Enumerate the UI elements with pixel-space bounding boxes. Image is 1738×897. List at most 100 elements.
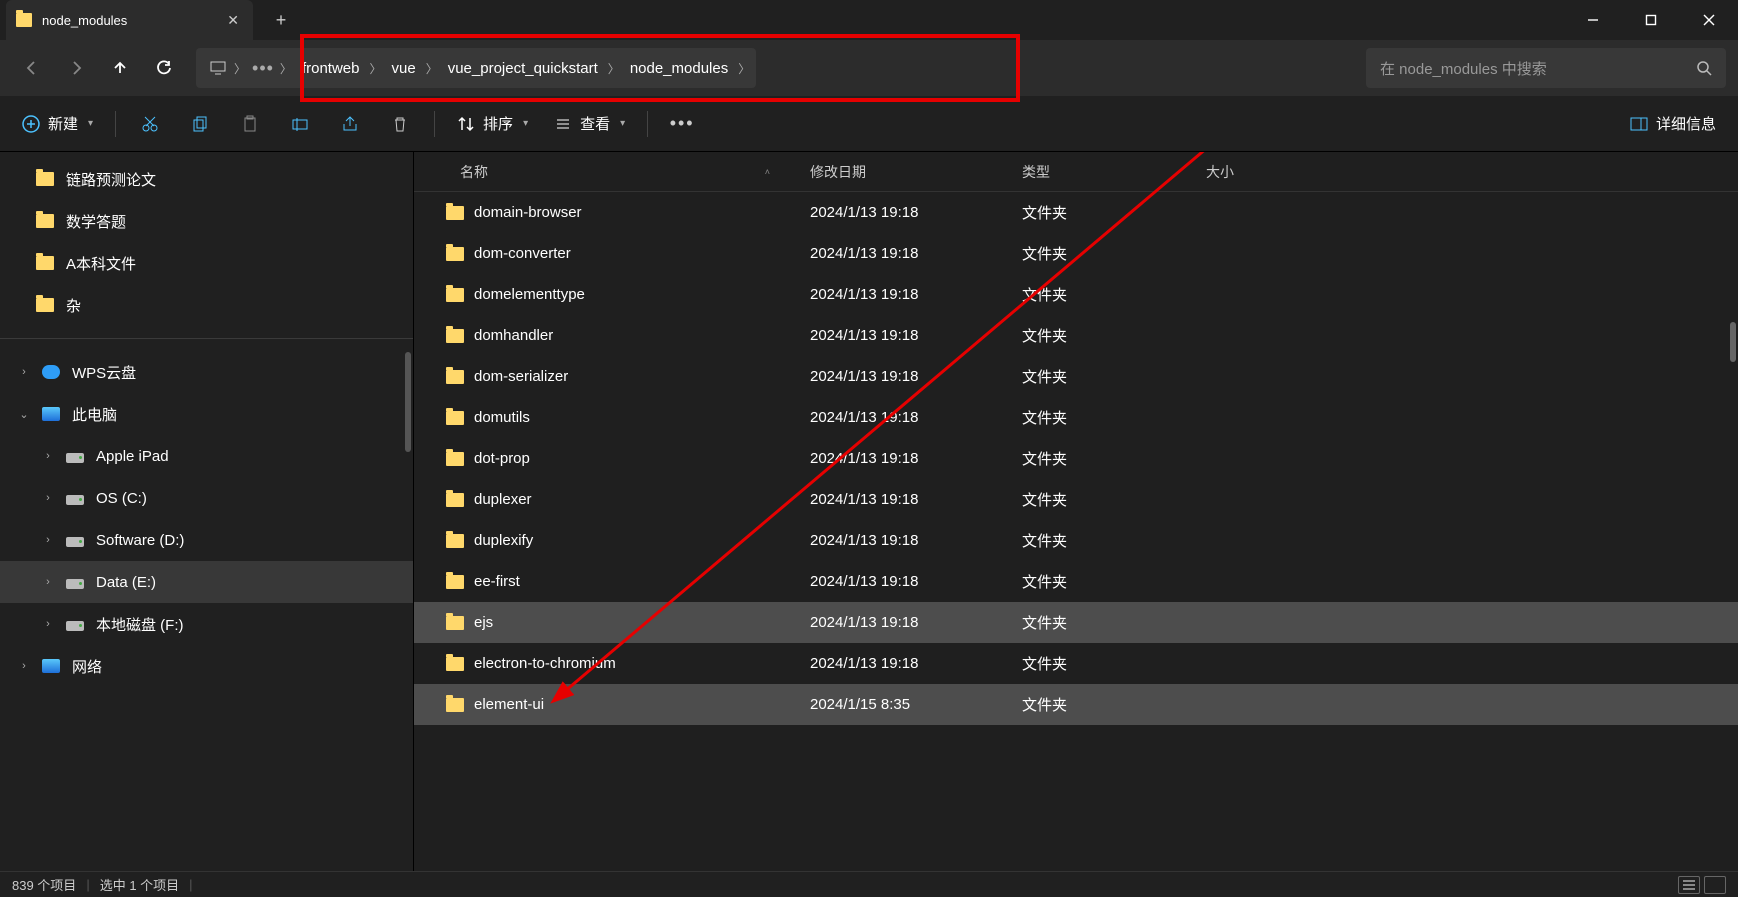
- copy-button[interactable]: [178, 104, 222, 144]
- file-name: element-ui: [474, 696, 544, 713]
- col-name[interactable]: 名称˄: [414, 162, 810, 182]
- expand-icon[interactable]: ⌄: [18, 408, 30, 421]
- scrollbar[interactable]: [405, 352, 411, 452]
- expand-icon[interactable]: ›: [42, 492, 54, 504]
- col-type[interactable]: 类型: [1022, 162, 1206, 182]
- search-input[interactable]: 在 node_modules 中搜索: [1366, 48, 1726, 88]
- folder-icon: [446, 657, 464, 671]
- file-name: domhandler: [474, 327, 553, 344]
- breadcrumb-segment[interactable]: vue_project_quickstart: [438, 60, 608, 77]
- expand-icon[interactable]: ›: [18, 366, 30, 378]
- breadcrumb[interactable]: 〉 ••• 〉 frontweb 〉 vue 〉 vue_project_qui…: [196, 48, 756, 88]
- tab[interactable]: node_modules ✕: [6, 0, 253, 40]
- expand-icon[interactable]: ›: [42, 450, 54, 462]
- col-size[interactable]: 大小: [1206, 162, 1738, 182]
- sidebar-item[interactable]: 杂: [0, 284, 413, 326]
- table-row[interactable]: dom-converter 2024/1/13 19:18 文件夹: [414, 233, 1738, 274]
- chevron-down-icon: ▾: [88, 118, 93, 129]
- file-date: 2024/1/13 19:18: [810, 532, 1022, 549]
- sidebar-item[interactable]: ›OS (C:): [0, 477, 413, 519]
- file-type: 文件夹: [1022, 530, 1206, 551]
- col-date[interactable]: 修改日期: [810, 162, 1022, 182]
- breadcrumb-segment[interactable]: frontweb: [292, 60, 370, 77]
- sidebar-item[interactable]: ›WPS云盘: [0, 351, 413, 393]
- details-view-icon[interactable]: [1678, 876, 1700, 894]
- folder-icon: [446, 288, 464, 302]
- breadcrumb-ellipsis[interactable]: •••: [246, 58, 280, 79]
- sidebar-item[interactable]: ›本地磁盘 (F:): [0, 603, 413, 645]
- back-button[interactable]: [12, 48, 52, 88]
- sort-button[interactable]: 排序 ▾: [447, 104, 538, 144]
- refresh-button[interactable]: [144, 48, 184, 88]
- maximize-button[interactable]: [1622, 0, 1680, 40]
- table-row[interactable]: duplexify 2024/1/13 19:18 文件夹: [414, 520, 1738, 561]
- table-row[interactable]: ejs 2024/1/13 19:18 文件夹: [414, 602, 1738, 643]
- chevron-right-icon[interactable]: 〉: [738, 60, 750, 77]
- chevron-right-icon[interactable]: 〉: [280, 60, 292, 77]
- table-row[interactable]: domelementtype 2024/1/13 19:18 文件夹: [414, 274, 1738, 315]
- chevron-right-icon[interactable]: 〉: [426, 60, 438, 77]
- rename-button[interactable]: [278, 104, 322, 144]
- file-name: dom-serializer: [474, 368, 568, 385]
- breadcrumb-segment[interactable]: vue: [382, 60, 426, 77]
- new-tab-button[interactable]: +: [261, 10, 301, 31]
- share-button[interactable]: [328, 104, 372, 144]
- table-row[interactable]: dot-prop 2024/1/13 19:18 文件夹: [414, 438, 1738, 479]
- table-row[interactable]: domhandler 2024/1/13 19:18 文件夹: [414, 315, 1738, 356]
- folder-icon: [446, 370, 464, 384]
- close-window-button[interactable]: [1680, 0, 1738, 40]
- table-row[interactable]: duplexer 2024/1/13 19:18 文件夹: [414, 479, 1738, 520]
- pc-icon: [42, 659, 60, 673]
- drive-icon: [66, 579, 84, 589]
- paste-button[interactable]: [228, 104, 272, 144]
- scrollbar[interactable]: [1730, 322, 1736, 362]
- file-type: 文件夹: [1022, 407, 1206, 428]
- file-date: 2024/1/15 8:35: [810, 696, 1022, 713]
- file-name: duplexify: [474, 532, 533, 549]
- sidebar-item[interactable]: ›Data (E:): [0, 561, 413, 603]
- folder-icon: [446, 411, 464, 425]
- up-button[interactable]: [100, 48, 140, 88]
- chevron-right-icon[interactable]: 〉: [608, 60, 620, 77]
- new-button[interactable]: 新建 ▾: [12, 104, 103, 144]
- sidebar-item[interactable]: ›Apple iPad: [0, 435, 413, 477]
- minimize-button[interactable]: [1564, 0, 1622, 40]
- table-row[interactable]: domain-browser 2024/1/13 19:18 文件夹: [414, 192, 1738, 233]
- divider: [115, 111, 116, 137]
- sidebar-item-label: 网络: [72, 656, 102, 677]
- sidebar-item[interactable]: › 网络: [0, 645, 413, 687]
- expand-icon[interactable]: ›: [42, 576, 54, 588]
- table-row[interactable]: electron-to-chromium 2024/1/13 19:18 文件夹: [414, 643, 1738, 684]
- sidebar-item[interactable]: A本科文件: [0, 242, 413, 284]
- table-row[interactable]: element-ui 2024/1/15 8:35 文件夹: [414, 684, 1738, 725]
- sidebar-item[interactable]: 链路预测论文: [0, 158, 413, 200]
- chevron-down-icon: ▾: [620, 118, 625, 129]
- table-row[interactable]: ee-first 2024/1/13 19:18 文件夹: [414, 561, 1738, 602]
- large-icons-view-icon[interactable]: [1704, 876, 1726, 894]
- table-row[interactable]: domutils 2024/1/13 19:18 文件夹: [414, 397, 1738, 438]
- delete-button[interactable]: [378, 104, 422, 144]
- sidebar-item[interactable]: ⌄此电脑: [0, 393, 413, 435]
- file-type: 文件夹: [1022, 202, 1206, 223]
- expand-icon[interactable]: ›: [18, 660, 30, 672]
- sidebar-item[interactable]: ›Software (D:): [0, 519, 413, 561]
- close-tab-icon[interactable]: ✕: [227, 12, 239, 29]
- pc-icon[interactable]: [202, 48, 234, 88]
- forward-button[interactable]: [56, 48, 96, 88]
- more-button[interactable]: •••: [660, 104, 704, 144]
- file-name: duplexer: [474, 491, 532, 508]
- view-button[interactable]: 查看 ▾: [544, 104, 635, 144]
- file-date: 2024/1/13 19:18: [810, 368, 1022, 385]
- details-pane-button[interactable]: 详细信息: [1620, 104, 1726, 144]
- main-area: 链路预测论文数学答题 A本科文件杂 ›WPS云盘⌄此电脑›Apple iPad›O…: [0, 152, 1738, 871]
- table-row[interactable]: dom-serializer 2024/1/13 19:18 文件夹: [414, 356, 1738, 397]
- cut-button[interactable]: [128, 104, 172, 144]
- folder-icon: [446, 329, 464, 343]
- expand-icon[interactable]: ›: [42, 618, 54, 630]
- chevron-right-icon[interactable]: 〉: [234, 60, 246, 77]
- breadcrumb-segment[interactable]: node_modules: [620, 60, 738, 77]
- chevron-right-icon[interactable]: 〉: [369, 60, 381, 77]
- sidebar-item[interactable]: 数学答题: [0, 200, 413, 242]
- expand-icon[interactable]: ›: [42, 534, 54, 546]
- sidebar-item-label: A本科文件: [66, 253, 136, 274]
